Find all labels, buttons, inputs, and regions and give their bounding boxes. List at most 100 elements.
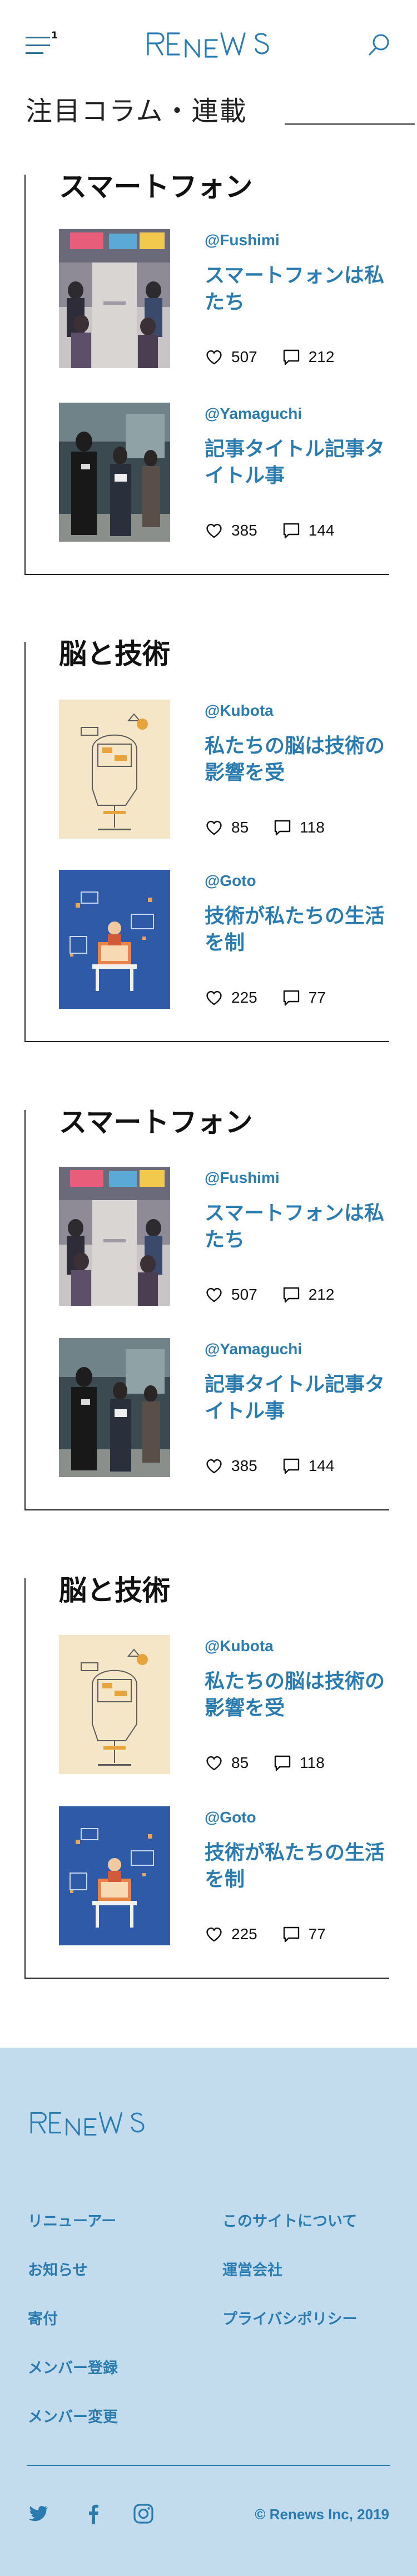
column-section: 脳と技術 @Kubota 私たちの脳は技術の影響を受 85 118 @Goto … bbox=[24, 1573, 389, 1979]
twitter-icon[interactable] bbox=[27, 2503, 49, 2525]
article-headline[interactable]: 技術が私たちの生活を制 bbox=[205, 903, 394, 957]
section-title: スマートフォン bbox=[59, 1104, 259, 1140]
heart-icon[interactable] bbox=[205, 1457, 224, 1475]
like-count: 225 bbox=[231, 1925, 257, 1943]
article-card[interactable]: @Kubota 私たちの脳は技術の影響を受 85 118 bbox=[59, 700, 389, 839]
article-author[interactable]: @Goto bbox=[205, 1809, 256, 1826]
footer-link-member-change[interactable]: メンバー変更 bbox=[28, 2405, 118, 2426]
article-meta: 507 212 bbox=[205, 1284, 359, 1306]
page-title: 注目コラム・連載 bbox=[26, 96, 247, 127]
article-author[interactable]: @Fushimi bbox=[205, 231, 280, 249]
section-title: 脳と技術 bbox=[59, 636, 176, 672]
comment-icon[interactable] bbox=[273, 818, 292, 837]
comment-icon[interactable] bbox=[282, 348, 301, 366]
article-author[interactable]: @Kubota bbox=[205, 1637, 274, 1655]
article-meta: 85 118 bbox=[205, 1752, 349, 1774]
article-thumbnail[interactable] bbox=[59, 1635, 170, 1774]
article-meta: 225 77 bbox=[205, 987, 350, 1009]
comment-count: 77 bbox=[308, 989, 326, 1006]
article-headline[interactable]: 記事タイトル記事タイトル事 bbox=[205, 436, 394, 489]
menu-icon-bar bbox=[26, 44, 50, 46]
like-count: 225 bbox=[231, 989, 257, 1006]
like-count: 507 bbox=[231, 1286, 257, 1303]
article-thumbnail[interactable] bbox=[59, 870, 170, 1009]
menu-icon-bar bbox=[26, 37, 50, 38]
comment-icon[interactable] bbox=[282, 1925, 301, 1944]
article-thumbnail[interactable] bbox=[59, 229, 170, 368]
article-meta: 385 144 bbox=[205, 519, 359, 542]
footer-link-company[interactable]: 運営会社 bbox=[222, 2258, 282, 2280]
article-card[interactable]: @Yamaguchi 記事タイトル記事タイトル事 385 144 bbox=[59, 1338, 389, 1477]
article-headline[interactable]: スマートフォンは私たち bbox=[205, 1200, 394, 1254]
article-thumbnail[interactable] bbox=[59, 1338, 170, 1477]
copyright-text: © Renews Inc, 2019 bbox=[255, 2506, 389, 2523]
article-headline[interactable]: 私たちの脳は技術の影響を受 bbox=[205, 733, 394, 786]
column-section: 脳と技術 @Kubota 私たちの脳は技術の影響を受 85 118 @Goto … bbox=[24, 636, 389, 1042]
article-card[interactable]: @Goto 技術が私たちの生活を制 225 77 bbox=[59, 1806, 389, 1945]
comment-count: 144 bbox=[308, 1457, 335, 1474]
instagram-icon[interactable] bbox=[132, 2503, 155, 2525]
site-footer: リニューアー お知らせ 寄付 メンバー登録 メンバー変更 このサイトについて 運… bbox=[0, 2048, 417, 2576]
comment-icon[interactable] bbox=[273, 1753, 292, 1772]
article-card[interactable]: @Yamaguchi 記事タイトル記事タイトル事 385 144 bbox=[59, 403, 389, 542]
heart-icon[interactable] bbox=[205, 1285, 224, 1304]
article-headline[interactable]: 記事タイトル記事タイトル事 bbox=[205, 1371, 394, 1425]
article-card[interactable]: @Fushimi スマートフォンは私たち 507 212 bbox=[59, 229, 389, 368]
article-author[interactable]: @Yamaguchi bbox=[205, 405, 302, 423]
article-card[interactable]: @Fushimi スマートフォンは私たち 507 212 bbox=[59, 1167, 389, 1306]
article-thumbnail[interactable] bbox=[59, 700, 170, 839]
menu-button[interactable]: 1 bbox=[26, 30, 59, 56]
comment-icon[interactable] bbox=[282, 1457, 301, 1475]
like-count: 85 bbox=[231, 819, 249, 836]
heart-icon[interactable] bbox=[205, 521, 224, 540]
heart-icon[interactable] bbox=[205, 988, 224, 1007]
like-count: 385 bbox=[231, 522, 257, 539]
comment-count: 118 bbox=[300, 819, 325, 836]
menu-icon-bar bbox=[26, 52, 43, 54]
search-icon[interactable] bbox=[367, 32, 391, 57]
like-count: 85 bbox=[231, 1754, 249, 1771]
article-thumbnail[interactable] bbox=[59, 1167, 170, 1306]
heart-icon[interactable] bbox=[205, 1925, 224, 1944]
article-author[interactable]: @Goto bbox=[205, 872, 256, 890]
article-thumbnail[interactable] bbox=[59, 1806, 170, 1945]
section-title: 脳と技術 bbox=[59, 1573, 176, 1608]
footer-divider bbox=[27, 2465, 390, 2466]
footer-link-donate[interactable]: 寄付 bbox=[28, 2307, 58, 2329]
facebook-icon[interactable] bbox=[82, 2503, 105, 2525]
article-headline[interactable]: 技術が私たちの生活を制 bbox=[205, 1840, 394, 1893]
article-meta: 507 212 bbox=[205, 346, 359, 368]
footer-link-member-register[interactable]: メンバー登録 bbox=[28, 2356, 118, 2377]
comment-count: 144 bbox=[308, 522, 335, 539]
comment-count: 212 bbox=[308, 1286, 335, 1303]
site-header: 1 bbox=[0, 0, 417, 89]
article-author[interactable]: @Yamaguchi bbox=[205, 1340, 302, 1358]
footer-link-privacy[interactable]: プライバシポリシー bbox=[222, 2307, 357, 2329]
heart-icon[interactable] bbox=[205, 1753, 224, 1772]
article-author[interactable]: @Fushimi bbox=[205, 1169, 280, 1187]
heart-icon[interactable] bbox=[205, 348, 224, 366]
comment-icon[interactable] bbox=[282, 521, 301, 540]
comment-icon[interactable] bbox=[282, 1285, 301, 1304]
article-author[interactable]: @Kubota bbox=[205, 702, 274, 720]
heart-icon[interactable] bbox=[205, 818, 224, 837]
renews-logo[interactable] bbox=[146, 28, 271, 61]
section-title: スマートフォン bbox=[59, 169, 259, 205]
article-meta: 385 144 bbox=[205, 1455, 359, 1477]
article-headline[interactable]: 私たちの脳は技術の影響を受 bbox=[205, 1668, 394, 1722]
like-count: 507 bbox=[231, 348, 257, 365]
footer-link-about[interactable]: このサイトについて bbox=[222, 2209, 357, 2231]
article-headline[interactable]: スマートフォンは私たち bbox=[205, 262, 394, 316]
article-thumbnail[interactable] bbox=[59, 403, 170, 542]
article-card[interactable]: @Kubota 私たちの脳は技術の影響を受 85 118 bbox=[59, 1635, 389, 1774]
renews-footer-logo[interactable] bbox=[27, 2108, 149, 2139]
title-underline bbox=[285, 123, 415, 125]
comment-icon[interactable] bbox=[282, 988, 301, 1007]
comment-count: 77 bbox=[308, 1925, 326, 1943]
footer-link-news[interactable]: お知らせ bbox=[28, 2258, 87, 2280]
article-card[interactable]: @Goto 技術が私たちの生活を制 225 77 bbox=[59, 870, 389, 1009]
like-count: 385 bbox=[231, 1457, 257, 1474]
footer-link-renewer[interactable]: リニューアー bbox=[28, 2209, 116, 2231]
column-section: スマートフォン @Fushimi スマートフォンは私たち 507 212 @Ya… bbox=[24, 1104, 389, 1510]
comment-count: 212 bbox=[308, 348, 335, 365]
